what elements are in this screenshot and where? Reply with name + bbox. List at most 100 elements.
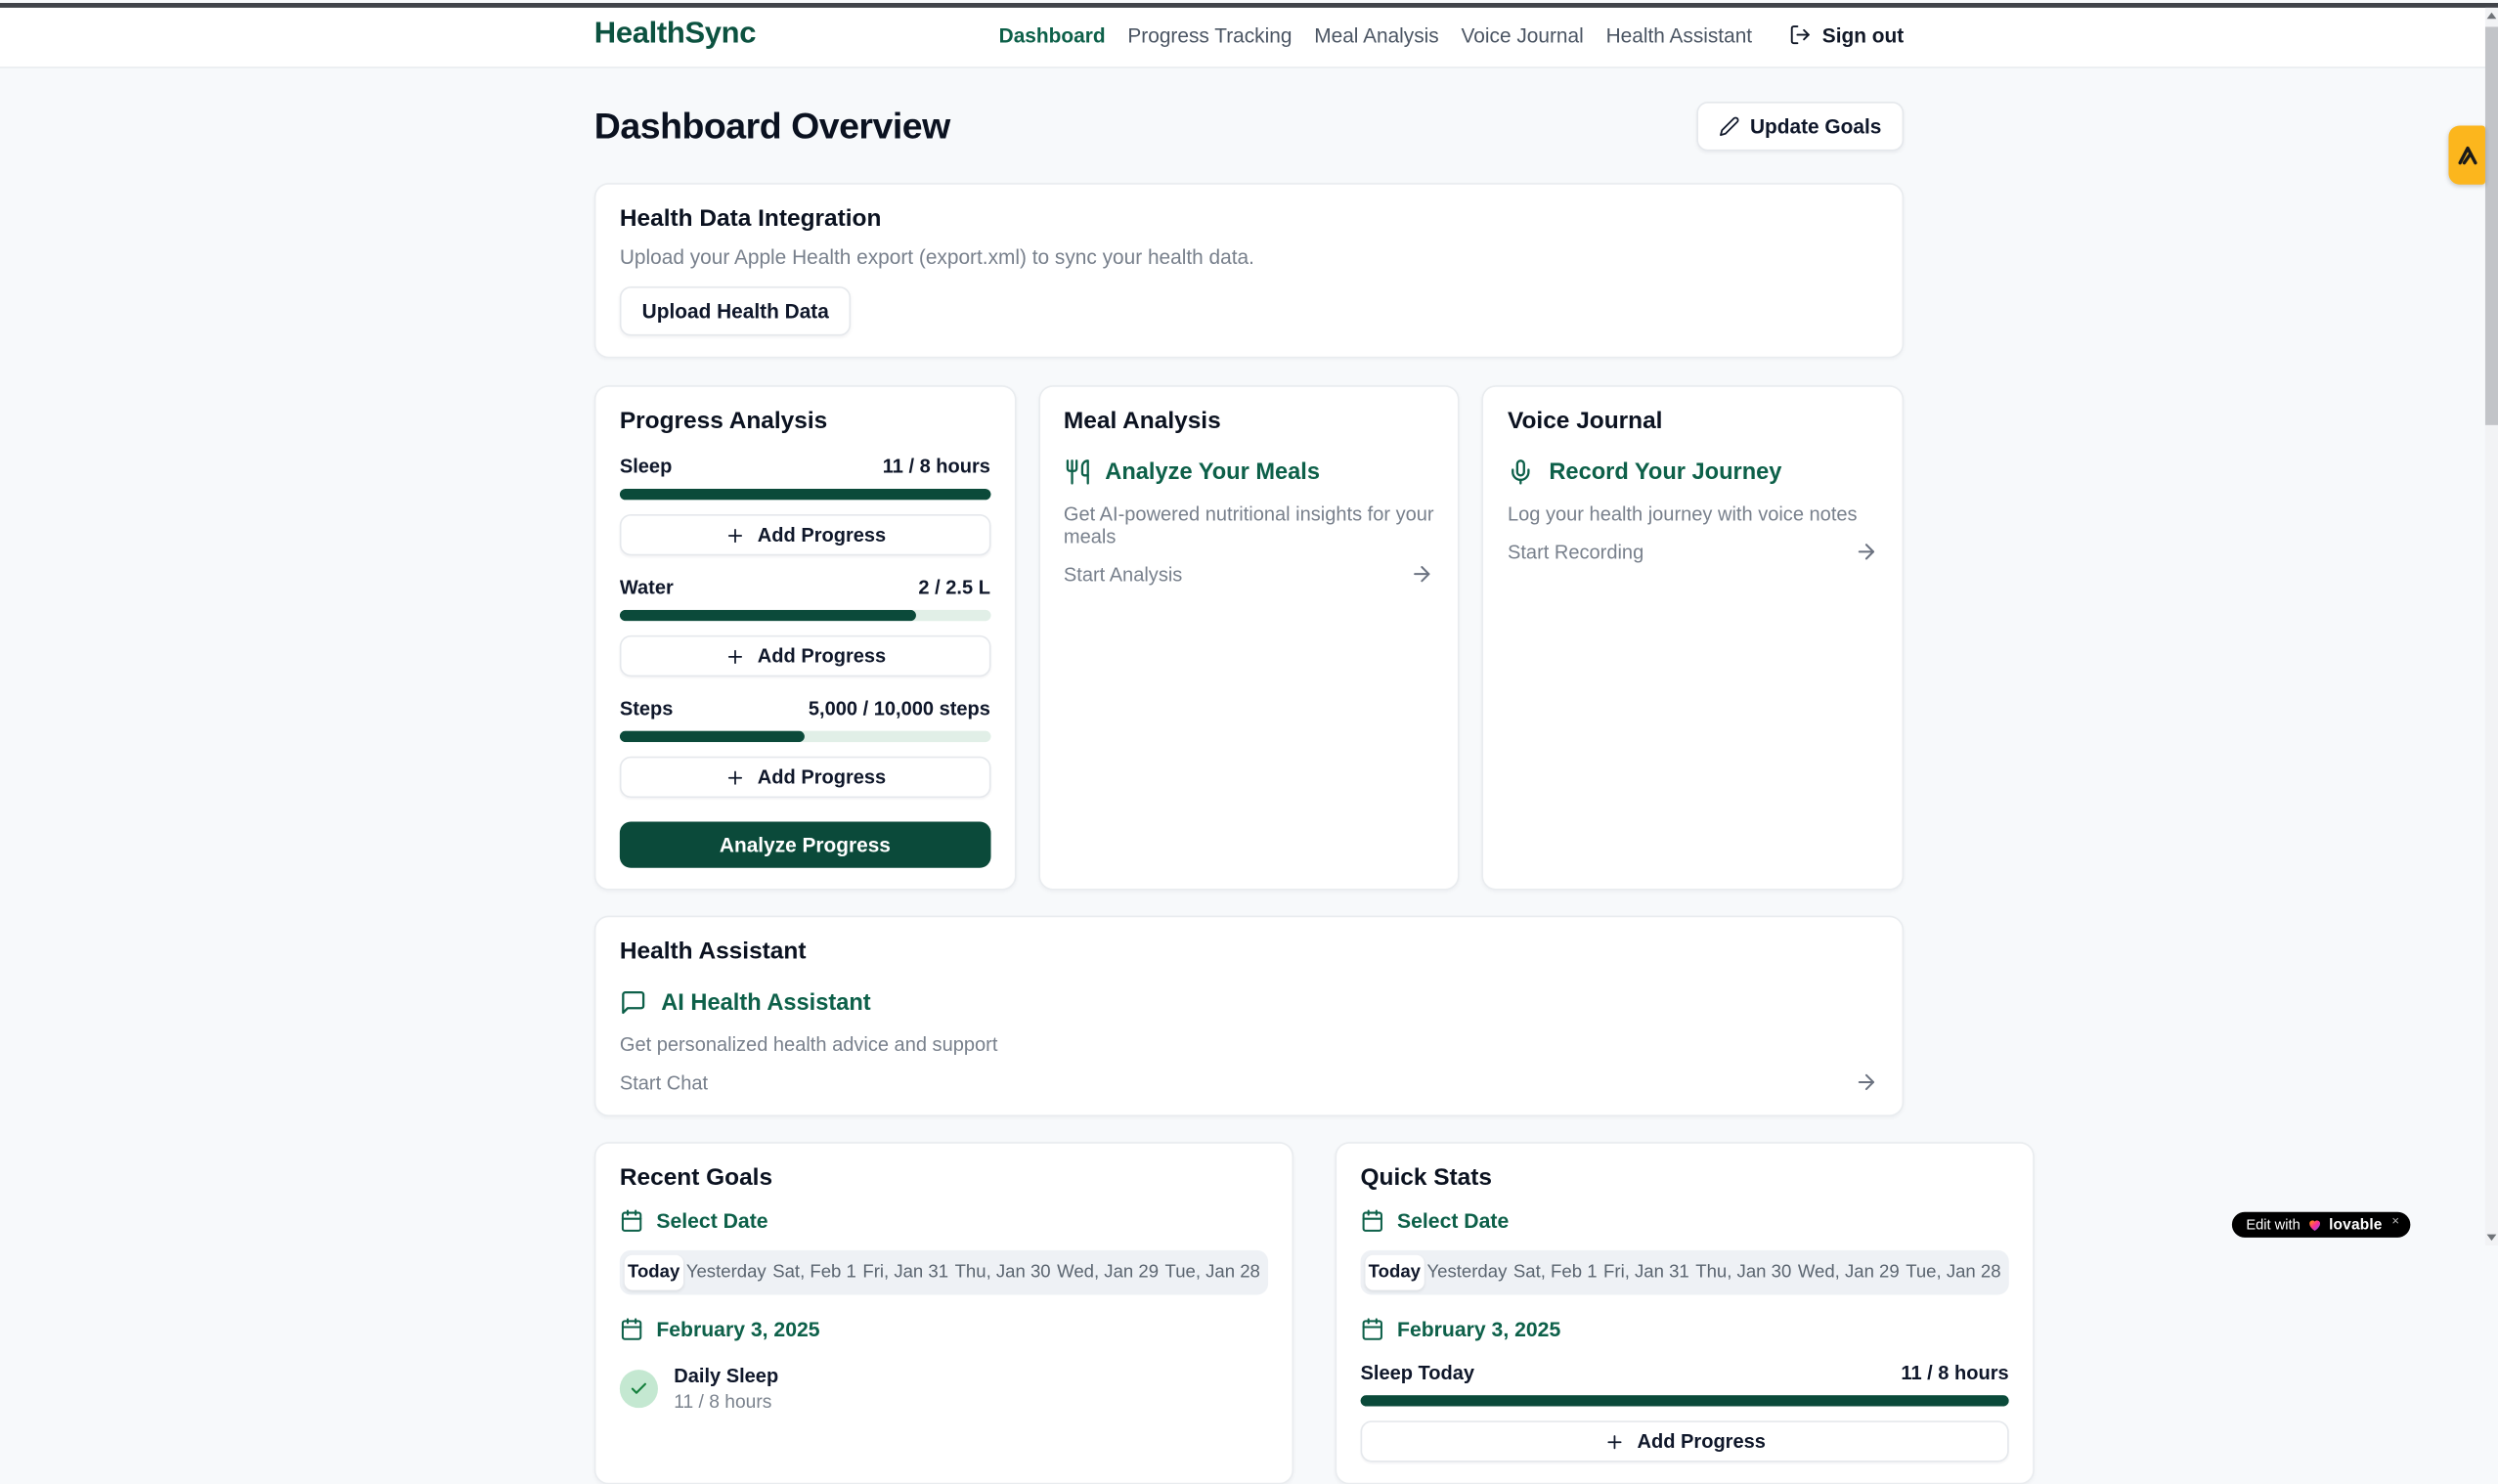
recent-goals-date-tabs: Today Yesterday Sat, Feb 1 Fri, Jan 31 T… <box>620 1250 1268 1295</box>
page-title: Dashboard Overview <box>594 105 950 148</box>
app-logo[interactable]: HealthSync <box>594 18 756 53</box>
edit-with-lovable-badge[interactable]: Edit with lovable × <box>2232 1212 2411 1238</box>
log-out-icon <box>1789 23 1812 46</box>
date-tab[interactable]: Thu, Jan 30 <box>1692 1255 1795 1290</box>
start-recording-label: Start Recording <box>1508 541 1643 563</box>
nav-item[interactable]: Dashboard <box>999 22 1106 46</box>
date-tab[interactable]: Today <box>625 1255 683 1290</box>
date-tab[interactable]: Fri, Jan 31 <box>1600 1255 1692 1290</box>
recent-goals-selected-date[interactable]: February 3, 2025 <box>620 1317 1268 1340</box>
plus-icon <box>724 525 745 546</box>
update-goals-button[interactable]: Update Goals <box>1696 102 1905 152</box>
progress-bar-fill <box>620 489 990 500</box>
metric-label: Sleep <box>620 456 672 478</box>
metric-value: 2 / 2.5 L <box>918 577 990 599</box>
progress-bar-fill <box>1361 1395 2009 1406</box>
heart-gradient-icon <box>2306 1217 2322 1233</box>
lovable-edit-float-button[interactable] <box>2448 125 2484 184</box>
plus-icon <box>724 645 745 666</box>
goal-list-item: Daily Sleep 11 / 8 hours <box>620 1365 1268 1413</box>
arrow-right-icon <box>1855 540 1878 563</box>
arrow-right-icon <box>1855 1070 1878 1094</box>
calendar-icon <box>1361 1317 1384 1340</box>
date-tab[interactable]: Fri, Jan 31 <box>859 1255 951 1290</box>
add-progress-button[interactable]: Add Progress <box>620 635 990 677</box>
start-recording-link[interactable]: Start Recording <box>1508 540 1878 563</box>
add-progress-button[interactable]: Add Progress <box>620 514 990 555</box>
date-tab[interactable]: Sat, Feb 1 <box>1511 1255 1600 1290</box>
sign-out-button[interactable]: Sign out <box>1789 22 1905 46</box>
nav-item[interactable]: Voice Journal <box>1462 22 1584 46</box>
browser-top-strip <box>0 3 2498 8</box>
health-assistant-title: Health Assistant <box>620 938 1878 965</box>
nav-item[interactable]: Progress Tracking <box>1127 22 1292 46</box>
utensils-icon <box>1064 458 1091 486</box>
start-chat-link[interactable]: Start Chat <box>620 1070 1878 1094</box>
date-tab[interactable]: Tue, Jan 28 <box>1161 1255 1263 1290</box>
selected-date-label: February 3, 2025 <box>1397 1317 1560 1340</box>
quick-stats-card: Quick Stats Select Date Today Yesterday … <box>1335 1142 2034 1484</box>
top-navigation-bar: HealthSync Dashboard Progress Tracking M… <box>0 3 2498 68</box>
ai-health-assistant-label: AI Health Assistant <box>661 989 870 1015</box>
progress-bar-fill <box>620 731 806 742</box>
date-tab[interactable]: Tue, Jan 28 <box>1903 1255 2004 1290</box>
sign-out-label: Sign out <box>1822 22 1904 46</box>
voice-journal-card: Voice Journal Record Your Journey Log yo… <box>1482 385 1904 891</box>
add-progress-label: Add Progress <box>758 524 886 546</box>
record-your-journey-link[interactable]: Record Your Journey <box>1508 458 1878 486</box>
add-progress-button[interactable]: Add Progress <box>620 757 990 798</box>
date-tab[interactable]: Today <box>1365 1255 1424 1290</box>
analyze-your-meals-link[interactable]: Analyze Your Meals <box>1064 458 1434 486</box>
progress-analysis-card: Progress Analysis Sleep 11 / 8 hours <box>594 385 1016 891</box>
edit-with-label: Edit with <box>2246 1217 2300 1233</box>
analyze-progress-button[interactable]: Analyze Progress <box>620 822 990 868</box>
progress-metric: Steps 5,000 / 10,000 steps Add Progres <box>620 697 990 798</box>
pencil-icon <box>1718 116 1738 137</box>
scrollbar-down-arrow-icon[interactable] <box>2487 1234 2497 1241</box>
date-tab[interactable]: Sat, Feb 1 <box>769 1255 859 1290</box>
select-date-label: Select Date <box>1397 1209 1509 1233</box>
metric-label: Water <box>620 577 674 599</box>
badge-close-icon[interactable]: × <box>2391 1213 2399 1228</box>
date-tab[interactable]: Yesterday <box>1424 1255 1510 1290</box>
vertical-scrollbar[interactable] <box>2485 8 2498 1244</box>
voice-journal-description: Log your health journey with voice notes <box>1508 503 1878 526</box>
progress-analysis-title: Progress Analysis <box>620 408 990 435</box>
date-tab[interactable]: Wed, Jan 29 <box>1795 1255 1903 1290</box>
start-analysis-link[interactable]: Start Analysis <box>1064 562 1434 586</box>
progress-bar <box>1361 1395 2009 1406</box>
plus-icon <box>1603 1431 1624 1452</box>
health-data-integration-card: Health Data Integration Upload your Appl… <box>594 183 1904 358</box>
goal-value: 11 / 8 hours <box>674 1390 778 1413</box>
update-goals-label: Update Goals <box>1750 114 1881 138</box>
add-progress-label: Add Progress <box>758 645 886 668</box>
progress-metric: Water 2 / 2.5 L Add Progress <box>620 577 990 677</box>
microphone-icon <box>1508 458 1535 486</box>
date-tab[interactable]: Yesterday <box>683 1255 769 1290</box>
quick-stats-selected-date[interactable]: February 3, 2025 <box>1361 1317 2009 1340</box>
plus-icon <box>724 766 745 787</box>
progress-metric: Sleep 11 / 8 hours Add Progress <box>620 456 990 556</box>
scrollbar-thumb[interactable] <box>2485 26 2498 424</box>
check-circle-icon <box>620 1370 658 1408</box>
date-tab[interactable]: Wed, Jan 29 <box>1054 1255 1161 1290</box>
metric-label: Sleep Today <box>1361 1362 1475 1384</box>
recent-goals-select-date[interactable]: Select Date <box>620 1209 1268 1233</box>
quick-stats-select-date[interactable]: Select Date <box>1361 1209 2009 1233</box>
progress-bar-fill <box>620 610 916 621</box>
meal-analysis-card: Meal Analysis Analyze Your Meals Get AI-… <box>1038 385 1460 891</box>
date-tab[interactable]: Thu, Jan 30 <box>951 1255 1054 1290</box>
nav-item[interactable]: Health Assistant <box>1606 22 1753 46</box>
scrollbar-up-arrow-icon[interactable] <box>2487 13 2497 20</box>
recent-goals-card: Recent Goals Select Date Today Yesterday… <box>594 1142 1293 1484</box>
upload-health-data-button[interactable]: Upload Health Data <box>620 286 852 336</box>
ai-health-assistant-link[interactable]: AI Health Assistant <box>620 989 1878 1017</box>
integration-card-title: Health Data Integration <box>620 205 1878 233</box>
selected-date-label: February 3, 2025 <box>656 1317 819 1340</box>
meal-analysis-title: Meal Analysis <box>1064 408 1434 435</box>
nav-item[interactable]: Meal Analysis <box>1314 22 1439 46</box>
quick-stats-date-tabs: Today Yesterday Sat, Feb 1 Fri, Jan 31 T… <box>1361 1250 2009 1295</box>
add-progress-button[interactable]: Add Progress <box>1361 1420 2009 1462</box>
metric-label: Steps <box>620 697 674 720</box>
start-chat-label: Start Chat <box>620 1071 708 1094</box>
